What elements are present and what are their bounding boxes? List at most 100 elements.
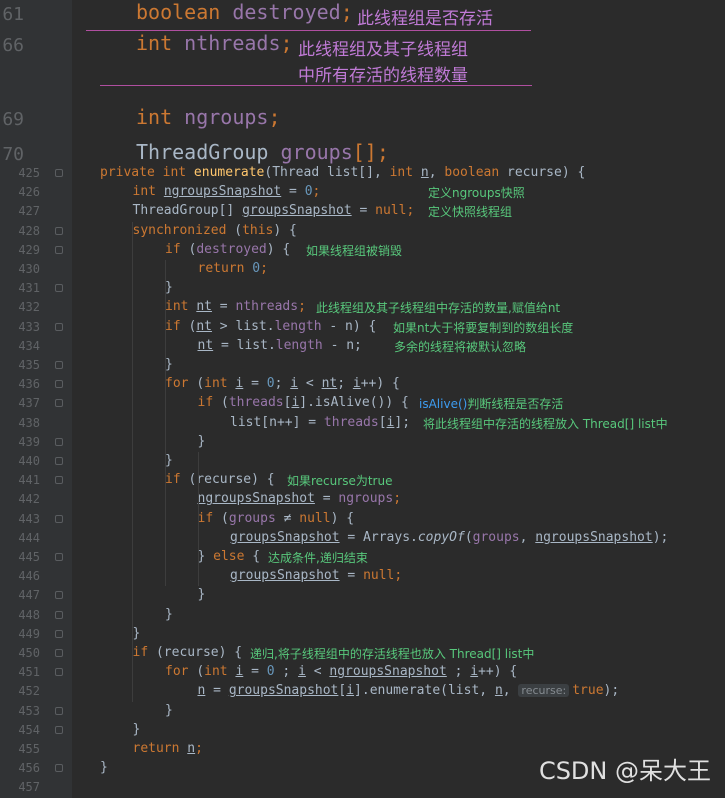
code-token: = list. (213, 337, 276, 353)
annotation: 如果recurse为true (287, 472, 392, 489)
code-text: return n; (133, 741, 203, 756)
code-line: 454} (0, 721, 725, 740)
code-token: = (205, 683, 229, 699)
code-token: true (572, 683, 604, 699)
fold-toggle-icon[interactable] (55, 169, 63, 177)
code-text: if (groups ≠ null) { (198, 511, 355, 526)
line-number: 438 (18, 415, 40, 430)
fold-toggle-icon[interactable] (55, 610, 63, 619)
code-line: 69 int ngroups; (0, 105, 725, 133)
code-token: ) { (330, 510, 355, 526)
code-token: ; (260, 261, 268, 276)
fold-toggle-icon[interactable] (55, 245, 63, 254)
annotation-text: 此线程组及其子线程组中存活的数量,赋值给nt (316, 301, 561, 316)
fold-toggle-icon[interactable] (55, 322, 63, 331)
line-number: 451 (18, 665, 40, 680)
code-token: i (352, 376, 361, 392)
fold-toggle-icon[interactable] (55, 380, 63, 389)
fold-toggle-icon[interactable] (55, 284, 63, 293)
code-text: } (198, 587, 206, 602)
code-token: n (187, 741, 196, 756)
code-line: 437 if (threads[i].isAlive()) { (0, 394, 725, 413)
annotation-text: 递归,将子线程组中的存活线程也放入 Thread[] list中 (250, 647, 535, 661)
code-token: = Arrays. (339, 529, 418, 545)
code-token: ngroupsSnapshot (197, 491, 315, 507)
code-text: ThreadGroup[] groupsSnapshot = null; (133, 203, 415, 218)
code-line: 431} (0, 279, 725, 298)
code-text: n = groupsSnapshot[i].enumerate(list, n,… (198, 683, 620, 698)
fold-toggle-icon[interactable] (55, 764, 63, 773)
code-token: int (136, 105, 185, 129)
fold-toggle-icon[interactable] (55, 399, 63, 408)
code-token: return (132, 741, 188, 756)
fold-toggle-icon[interactable] (55, 706, 63, 715)
code-token: for (165, 664, 197, 680)
code-token: ; (280, 31, 293, 55)
code-token: = (211, 299, 236, 315)
code-token: } (132, 625, 141, 641)
code-token: int (204, 376, 236, 392)
code-token: ( (220, 395, 229, 411)
code-token: enumerate (193, 165, 265, 180)
fold-toggle-icon[interactable] (55, 725, 63, 734)
code-token: > list. (211, 318, 275, 334)
code-token: ].enumerate(list, (354, 683, 495, 699)
code-token: ++) { (478, 664, 518, 680)
line-number: 432 (18, 300, 40, 315)
annotation-method-name: isAlive() (419, 397, 468, 412)
fold-toggle-icon[interactable] (55, 553, 63, 561)
code-text: if (threads[i].isAlive()) { (198, 395, 409, 410)
fold-toggle-icon[interactable] (55, 476, 63, 485)
line-number: 69 (2, 109, 24, 130)
code-text: private int enumerate(Thread list[], int… (100, 165, 585, 180)
code-token: threads (228, 395, 284, 411)
code-token: threads (323, 414, 379, 430)
code-token: (recurse) { (155, 645, 243, 660)
fold-toggle-icon[interactable] (55, 514, 63, 523)
code-token: null (363, 568, 395, 584)
indent-guide (132, 221, 133, 702)
code-line: 444 groupsSnapshot = Arrays.copyOf(groups… (0, 529, 725, 548)
code-token: = (314, 491, 339, 507)
code-token: , (519, 529, 536, 545)
code-token: boolean (444, 165, 508, 180)
code-token: ; (298, 299, 306, 315)
fold-toggle-icon[interactable] (55, 361, 63, 369)
code-token: list[n++] = (230, 414, 324, 430)
line-number: 431 (18, 281, 40, 296)
code-text: } (165, 703, 173, 718)
code-token: (Thread list[], (264, 165, 390, 180)
code-token: n (420, 165, 429, 180)
code-token: ; (393, 491, 402, 507)
code-text: ThreadGroup groups[]; (136, 140, 389, 164)
line-number: 456 (18, 761, 40, 776)
fold-toggle-icon[interactable] (55, 437, 63, 446)
code-token: if (197, 510, 221, 526)
code-token: ; (195, 741, 203, 756)
line-number: 442 (18, 492, 40, 507)
code-token: groups (228, 510, 276, 526)
code-token: ( (196, 376, 205, 392)
indent-guide (165, 260, 166, 587)
annotation-text: 如果nt大于将要复制到的数组长度 (393, 320, 574, 335)
fold-toggle-icon[interactable] (55, 457, 63, 465)
code-token: groupsSnapshot (230, 568, 340, 584)
code-token: if (165, 241, 189, 257)
code-text: } (133, 722, 141, 737)
code-editor[interactable]: 61 boolean destroyed; 此线程组是否存活 66 int nthrea… (0, 0, 725, 798)
code-token: 0 (252, 261, 261, 276)
line-number: 437 (18, 396, 40, 411)
code-token: if (165, 472, 189, 488)
code-token: = (351, 203, 376, 219)
fold-toggle-icon[interactable] (55, 226, 63, 235)
line-number: 447 (18, 588, 40, 603)
code-token: i (290, 376, 299, 392)
code-line: 433 if (nt > list.length - n) { (0, 318, 725, 337)
fold-toggle-icon[interactable] (55, 629, 63, 638)
code-token: groups (472, 529, 520, 545)
code-token: ≠ (275, 510, 300, 526)
fold-toggle-icon[interactable] (55, 591, 63, 600)
fold-toggle-icon[interactable] (55, 649, 63, 657)
fold-toggle-icon[interactable] (55, 668, 63, 677)
code-token: < (298, 376, 322, 392)
